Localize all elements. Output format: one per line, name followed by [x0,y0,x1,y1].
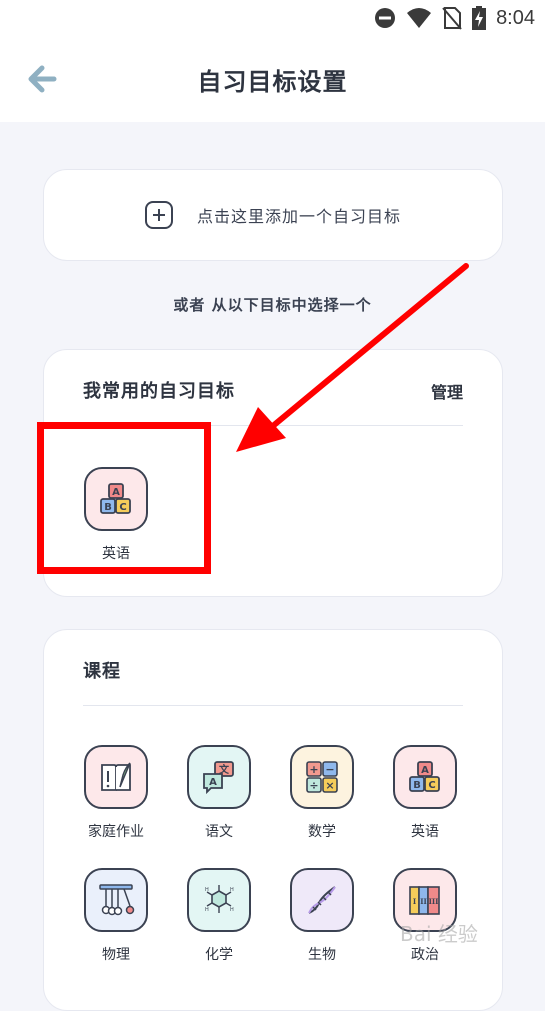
watermark: Bai 经验 [400,922,478,946]
annotation-arrow [236,263,469,452]
